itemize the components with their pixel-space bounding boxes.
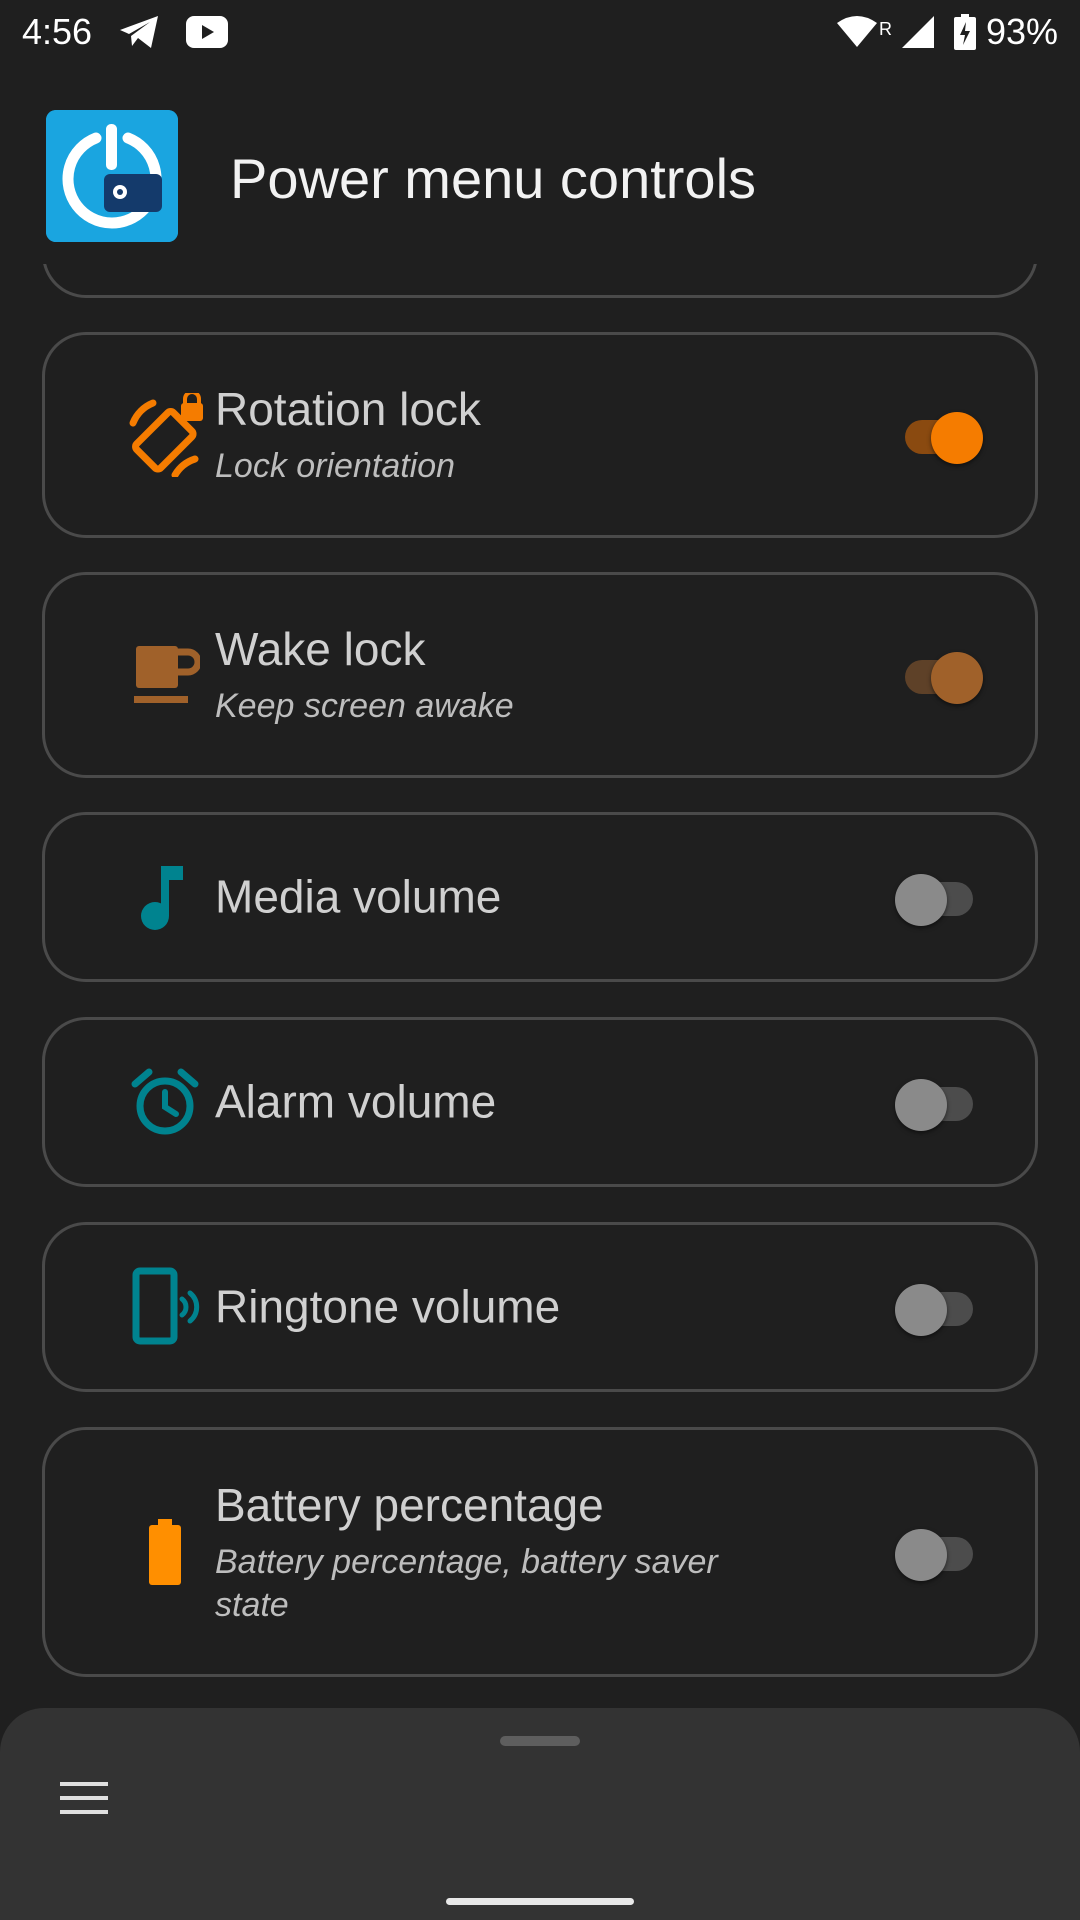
phone-ringing-icon — [115, 1257, 215, 1357]
item-texts: Rotation lock Lock orientation — [215, 382, 835, 488]
wifi-icon — [836, 15, 877, 49]
bottom-sheet[interactable] — [0, 1708, 1080, 1920]
hamburger-menu-icon[interactable] — [58, 1772, 110, 1824]
item-texts: Battery percentage Battery percentage, b… — [215, 1478, 835, 1626]
wake-lock-toggle[interactable] — [895, 640, 983, 710]
coffee-cup-icon — [115, 625, 215, 725]
item-title: Ringtone volume — [215, 1280, 561, 1333]
item-battery-percentage[interactable]: Battery percentage Battery percentage, b… — [42, 1427, 1038, 1677]
item-title: Wake lock — [215, 623, 426, 676]
item-subtitle: Lock orientation — [215, 447, 456, 486]
status-time: 4:56 — [22, 11, 93, 52]
item-alarm-volume[interactable]: Alarm volume — [42, 1017, 1038, 1187]
item-title: Alarm volume — [215, 1075, 497, 1128]
item-texts: Alarm volume — [215, 1074, 835, 1129]
media-volume-toggle[interactable] — [895, 862, 983, 932]
roaming-indicator: R — [878, 19, 892, 39]
toggle-thumb — [931, 652, 983, 704]
status-left: 4:56 — [22, 11, 229, 53]
battery-percent: 93% — [985, 11, 1058, 52]
item-ringtone-volume[interactable]: Ringtone volume — [42, 1222, 1038, 1392]
alarm-clock-icon — [115, 1052, 215, 1152]
screen-rotation-lock-icon — [115, 385, 215, 485]
item-texts: Ringtone volume — [215, 1279, 835, 1334]
telegram-icon — [118, 14, 160, 50]
battery-percentage-toggle[interactable] — [895, 1517, 983, 1587]
item-title: Media volume — [215, 870, 502, 923]
item-media-volume[interactable]: Media volume — [42, 812, 1038, 982]
rotation-lock-toggle[interactable] — [895, 400, 983, 470]
ringtone-volume-toggle[interactable] — [895, 1272, 983, 1342]
page-title: Power menu controls — [230, 147, 757, 210]
toggle-thumb — [895, 874, 947, 926]
power-settings-icon — [46, 110, 178, 242]
item-title: Battery percentage — [215, 1478, 604, 1531]
app-header: Power menu controls — [0, 90, 1080, 242]
status-right: R 93% — [836, 11, 1058, 53]
alarm-volume-toggle[interactable] — [895, 1067, 983, 1137]
item-rotation-lock[interactable]: Rotation lock Lock orientation — [42, 332, 1038, 538]
sheet-drag-handle[interactable] — [500, 1736, 580, 1746]
battery-charging-icon — [953, 14, 976, 50]
item-title: Rotation lock — [215, 383, 481, 436]
status-bar: 4:56 R 93% — [0, 0, 1080, 64]
item-texts: Wake lock Keep screen awake — [215, 622, 835, 728]
item-texts: Media volume — [215, 869, 835, 924]
toggle-thumb — [895, 1529, 947, 1581]
item-wake-lock[interactable]: Wake lock Keep screen awake — [42, 572, 1038, 778]
toggle-thumb — [895, 1079, 947, 1131]
toggle-thumb — [895, 1284, 947, 1336]
signal-icon — [901, 16, 934, 48]
toggle-thumb — [931, 412, 983, 464]
gesture-nav-bar[interactable] — [446, 1898, 634, 1905]
item-subtitle: Battery percentage, battery saver state — [215, 1543, 718, 1624]
music-note-icon — [115, 847, 215, 947]
item-subtitle: Keep screen awake — [215, 687, 514, 726]
youtube-icon — [186, 16, 229, 48]
battery-icon — [115, 1502, 215, 1602]
